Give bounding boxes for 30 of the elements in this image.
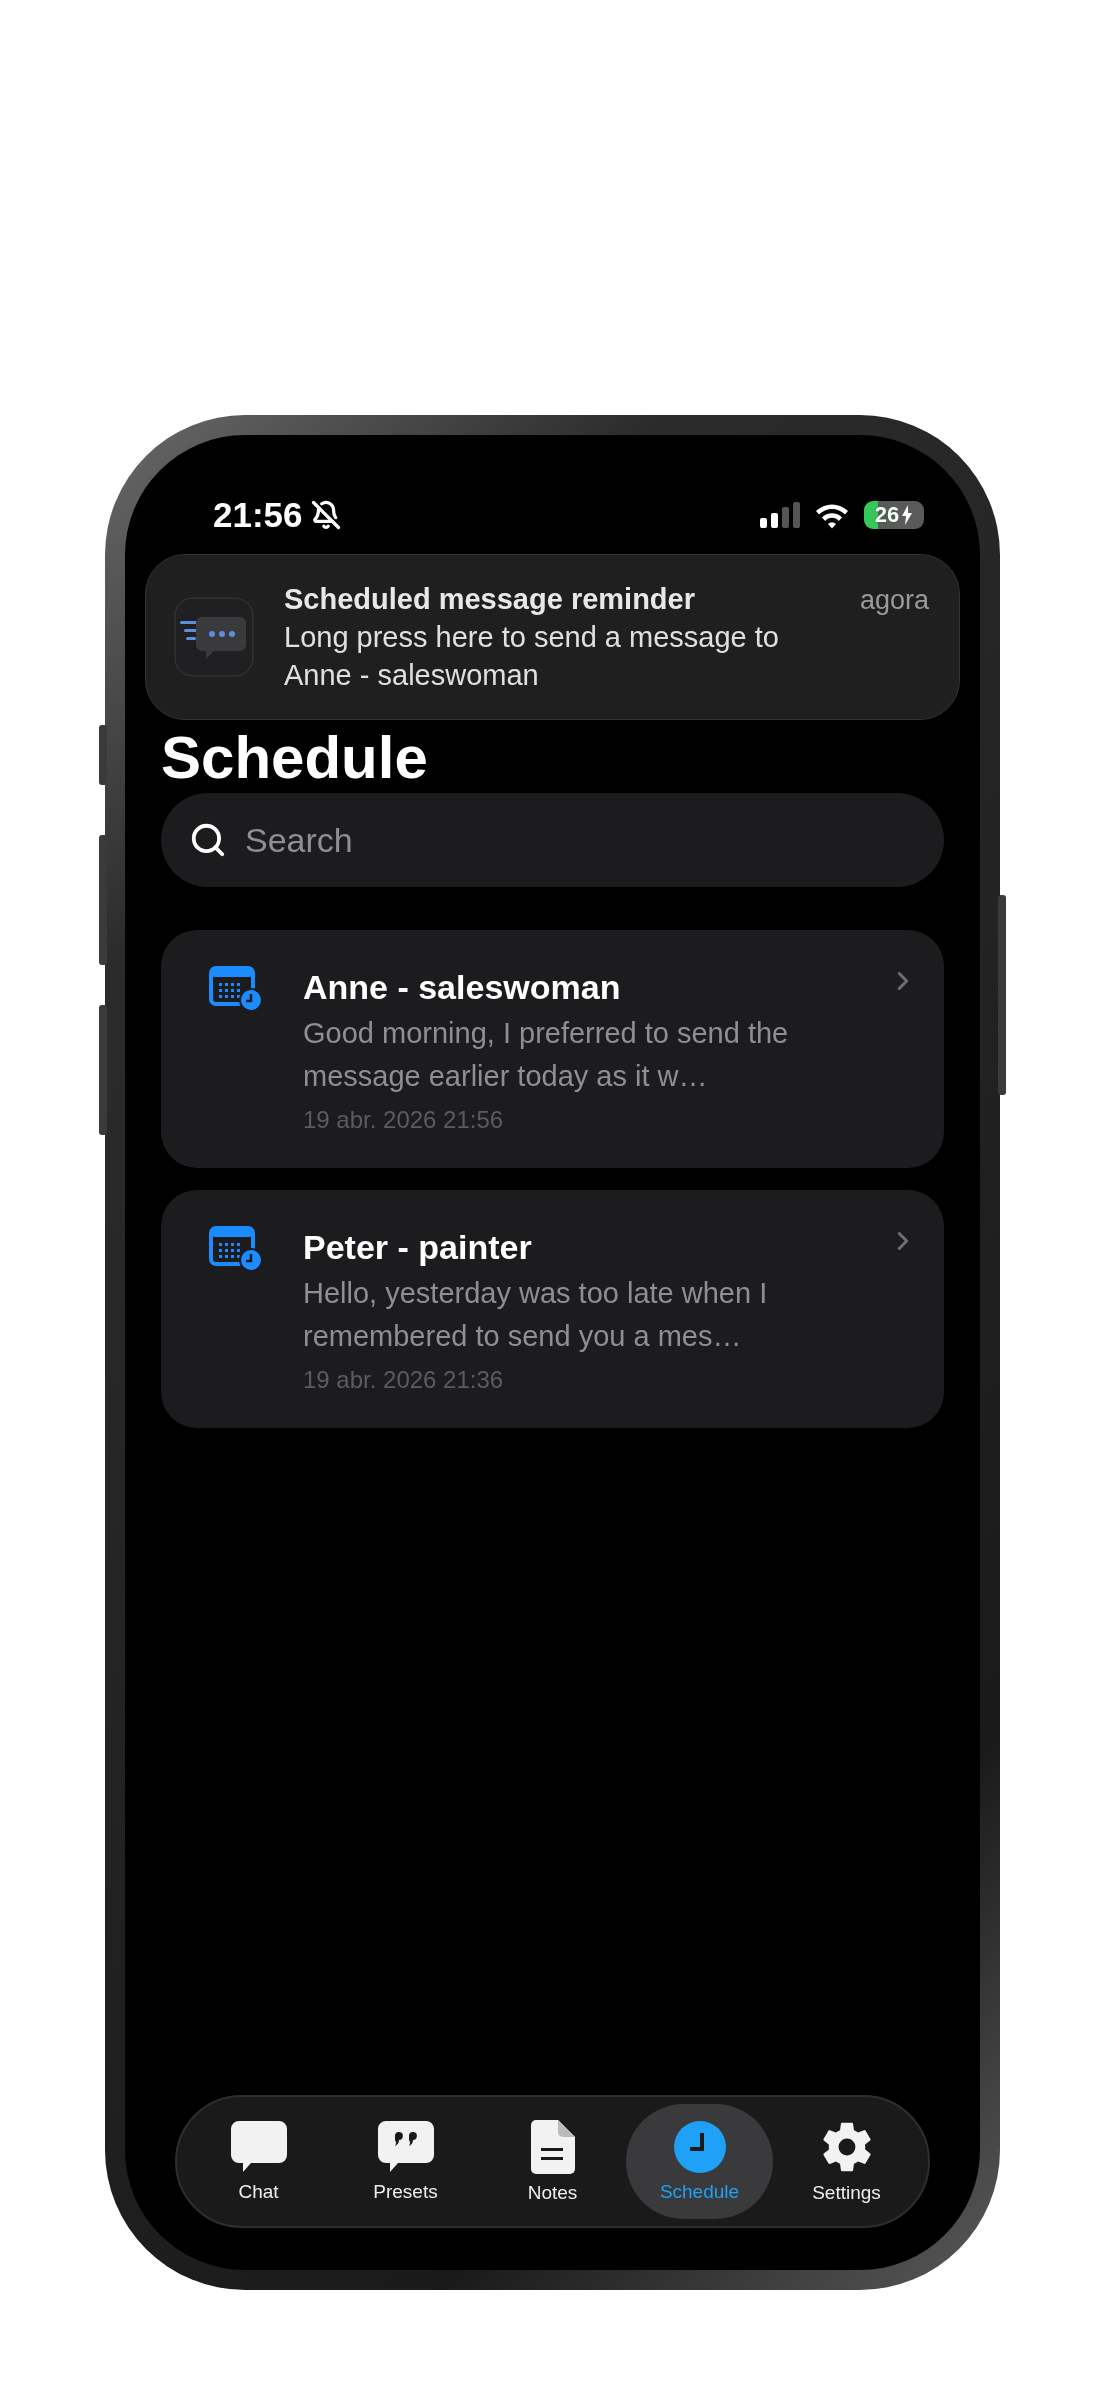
notification-body: Long press here to send a message to Anne - saleswoman <box>284 620 780 693</box>
contact-name: Anne - saleswoman <box>303 967 622 1008</box>
message-preview: Hello, yesterday was too late when I remembered to send you a mes… <box>303 1276 769 1354</box>
speech-bubble-icon <box>230 2120 287 2173</box>
contact-name: Peter - painter <box>303 1227 533 1268</box>
message-preview: Good morning, I preferred to send the message earlier today as it w… <box>303 1016 790 1094</box>
bolt-icon <box>901 505 914 525</box>
document-icon <box>530 2119 575 2174</box>
quote-bubble-icon <box>377 2120 434 2173</box>
tab[interactable]: Settings <box>773 2104 920 2219</box>
search-field[interactable]: Search <box>161 793 944 887</box>
signal-icon <box>760 502 800 528</box>
scheduled-date: 19 abr. 2026 21:36 <box>303 1365 505 1395</box>
schedule-card[interactable]: Anne - saleswoman Good morning, I preferred to send the message earlier today as it w… 19 abr. 2026 21:56 <box>161 930 944 1168</box>
status-time: 21:56 <box>213 495 303 535</box>
calendar-clock-icon <box>209 1226 263 1272</box>
notification-banner[interactable]: Scheduled message reminder agora Long press here to send a message to Anne - saleswoman <box>145 554 960 720</box>
calendar-clock-icon <box>209 966 263 1012</box>
search-icon <box>189 821 227 859</box>
notification-title: Scheduled message reminder <box>284 582 695 617</box>
notification-time: agora <box>859 585 929 616</box>
app-icon <box>174 597 254 677</box>
scheduled-date: 19 abr. 2026 21:56 <box>303 1105 505 1135</box>
page-title: Schedule <box>161 725 429 791</box>
schedule-card[interactable]: Peter - painter Hello, yesterday was too late when I remembered to send you a mes… 19 abr. 2026 21:36 <box>161 1190 944 1428</box>
tab[interactable]: Schedule <box>626 2104 773 2219</box>
tab[interactable]: Chat <box>185 2104 332 2219</box>
clock-icon <box>673 2120 726 2173</box>
tab[interactable]: Presets <box>332 2104 479 2219</box>
tab[interactable]: Notes <box>479 2104 626 2219</box>
